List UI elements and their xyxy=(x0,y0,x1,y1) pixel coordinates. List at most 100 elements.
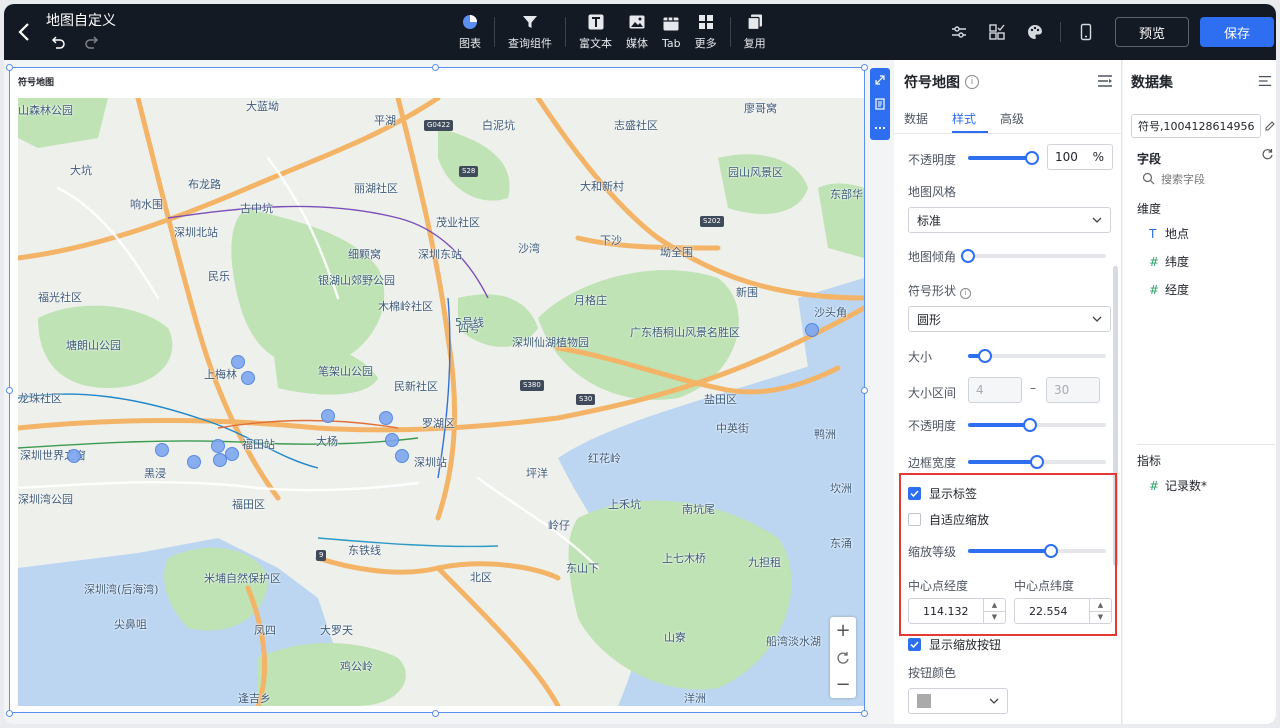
map-view[interactable]: 山森林公园 大蓝坳 平湖 白泥坑 志盛社区 廖哥窝 大坑 布龙路 丽湖社区 大和新村 园山风景区 响水… xyxy=(18,98,864,706)
theme-palette-icon[interactable] xyxy=(1025,22,1045,42)
sliders-icon[interactable] xyxy=(949,22,969,42)
field-item[interactable]: # 纬度 xyxy=(1149,253,1189,270)
checkbox-checked-icon xyxy=(908,638,921,651)
zoom-out-button[interactable]: − xyxy=(830,671,856,698)
symbol-marker[interactable] xyxy=(385,433,399,447)
map-place-label: 逢吉乡 xyxy=(238,692,271,705)
symbol-marker[interactable] xyxy=(231,355,245,369)
resize-handle[interactable] xyxy=(6,64,13,71)
center-lng-input[interactable]: 114.132 ▲ ▼ xyxy=(908,598,1006,624)
map-place-label: 平湖 xyxy=(374,114,396,127)
map-place-label: 新围 xyxy=(736,286,758,299)
map-place-label: 园山风景区 xyxy=(728,166,783,179)
adaptive-zoom-checkbox[interactable]: 自适应缩放 xyxy=(908,511,989,528)
collapse-menu-icon[interactable] xyxy=(1258,74,1272,88)
center-lat-input[interactable]: 22.554 ▲ ▼ xyxy=(1014,598,1112,624)
info-icon[interactable]: i xyxy=(965,75,979,89)
document-icon[interactable] xyxy=(870,92,890,116)
tool-reuse[interactable]: 复用 xyxy=(737,4,773,60)
button-color-picker[interactable] xyxy=(908,688,1008,714)
step-up-icon[interactable]: ▲ xyxy=(984,599,1005,612)
dataset-title: 数据集 xyxy=(1131,75,1173,91)
back-icon[interactable] xyxy=(14,20,36,44)
map-place-label: 深圳东站 xyxy=(418,248,462,261)
show-zoom-button-checkbox[interactable]: 显示缩放按钮 xyxy=(908,636,1001,653)
zoom-level-slider[interactable] xyxy=(968,544,1106,558)
resize-handle[interactable] xyxy=(6,387,13,394)
road-shield: S202 xyxy=(700,216,724,227)
header-actions: 预览 保存 xyxy=(940,4,1276,60)
symbol-marker[interactable] xyxy=(155,443,169,457)
map-style-select[interactable]: 标准 xyxy=(908,207,1111,233)
tool-query[interactable]: 查询组件 xyxy=(501,4,559,60)
symbol-marker[interactable] xyxy=(395,449,409,463)
symbol-marker[interactable] xyxy=(805,323,819,337)
symbol-marker[interactable] xyxy=(187,455,201,469)
zoom-in-button[interactable]: + xyxy=(830,617,856,644)
resize-handle[interactable] xyxy=(861,64,868,71)
refresh-icon[interactable] xyxy=(1261,148,1274,161)
symbol-shape-select[interactable]: 圆形 xyxy=(908,306,1111,332)
resize-handle[interactable] xyxy=(861,387,868,394)
show-label-checkbox[interactable]: 显示标签 xyxy=(908,485,977,502)
dataset-select[interactable]: 符号,1004128614956 xyxy=(1131,114,1261,138)
field-item[interactable]: # 记录数* xyxy=(1149,477,1207,494)
symbol-marker[interactable] xyxy=(213,453,227,467)
step-down-icon[interactable]: ▼ xyxy=(984,612,1005,624)
info-icon[interactable]: i xyxy=(959,287,971,299)
tool-chart[interactable]: 图表 xyxy=(452,4,488,60)
stepper: ▲ ▼ xyxy=(983,599,1005,623)
map-place-label: 鸭洲 xyxy=(814,428,836,441)
preview-button[interactable]: 预览 xyxy=(1115,17,1189,47)
tab-data[interactable]: 数据 xyxy=(904,104,940,133)
more-icon[interactable] xyxy=(870,116,890,140)
symbol-marker[interactable] xyxy=(241,371,255,385)
size-slider[interactable] xyxy=(968,349,1106,363)
field-item[interactable]: T 地点 xyxy=(1149,225,1189,242)
symbol-opacity-slider[interactable] xyxy=(968,418,1106,432)
field-item[interactable]: # 经度 xyxy=(1149,281,1189,298)
collapse-menu-icon[interactable] xyxy=(1097,74,1113,88)
tool-media[interactable]: 媒体 xyxy=(619,4,655,60)
map-widget[interactable]: 符号地图 山森林公园 大蓝坳 平湖 白泥坑 志盛社区 廖哥窝 大坑 布龙路 丽湖… xyxy=(9,67,865,713)
save-button[interactable]: 保存 xyxy=(1200,17,1274,47)
stepper: ▲ ▼ xyxy=(1089,599,1111,623)
border-width-slider[interactable] xyxy=(968,455,1106,469)
size-range-min-input[interactable]: 4 xyxy=(968,377,1022,403)
resize-handle[interactable] xyxy=(432,710,439,717)
number-type-icon: # xyxy=(1149,282,1160,297)
map-place-label: 白泥坑 xyxy=(482,119,515,132)
panel-tabs: 数据 样式 高级 xyxy=(894,104,1121,134)
edit-icon[interactable] xyxy=(1264,120,1276,132)
expand-icon[interactable] xyxy=(870,68,890,92)
map-place-label: 东铁线 xyxy=(348,544,381,557)
symbol-marker[interactable] xyxy=(67,449,81,463)
tool-tab[interactable]: Tab xyxy=(655,4,688,60)
step-up-icon[interactable]: ▲ xyxy=(1090,599,1111,612)
layout-icon[interactable] xyxy=(987,22,1007,42)
symbol-marker[interactable] xyxy=(379,411,393,425)
resize-handle[interactable] xyxy=(6,710,13,717)
reset-view-button[interactable] xyxy=(830,644,856,671)
map-base[interactable] xyxy=(18,98,864,706)
mobile-icon[interactable] xyxy=(1076,22,1096,42)
symbol-marker[interactable] xyxy=(321,409,335,423)
opacity-input[interactable]: 100 % xyxy=(1047,144,1113,170)
resize-handle[interactable] xyxy=(861,710,868,717)
map-place-label: 岭仔 xyxy=(548,519,570,532)
field-search-input[interactable] xyxy=(1161,170,1266,188)
redo-icon[interactable] xyxy=(84,34,100,50)
tool-more[interactable]: 更多 xyxy=(688,4,724,60)
tilt-slider[interactable] xyxy=(961,249,1106,263)
resize-handle[interactable] xyxy=(432,64,439,71)
tilt-label: 地图倾角 xyxy=(908,250,957,264)
symbol-marker[interactable] xyxy=(225,447,239,461)
undo-icon[interactable] xyxy=(50,34,66,50)
opacity-slider[interactable] xyxy=(968,151,1039,165)
symbol-marker[interactable] xyxy=(211,439,225,453)
size-range-max-input[interactable]: 30 xyxy=(1046,377,1100,403)
tab-style[interactable]: 样式 xyxy=(952,104,989,133)
step-down-icon[interactable]: ▼ xyxy=(1090,612,1111,624)
tab-advanced[interactable]: 高级 xyxy=(1000,104,1036,133)
tool-richtext[interactable]: 富文本 xyxy=(572,4,619,60)
